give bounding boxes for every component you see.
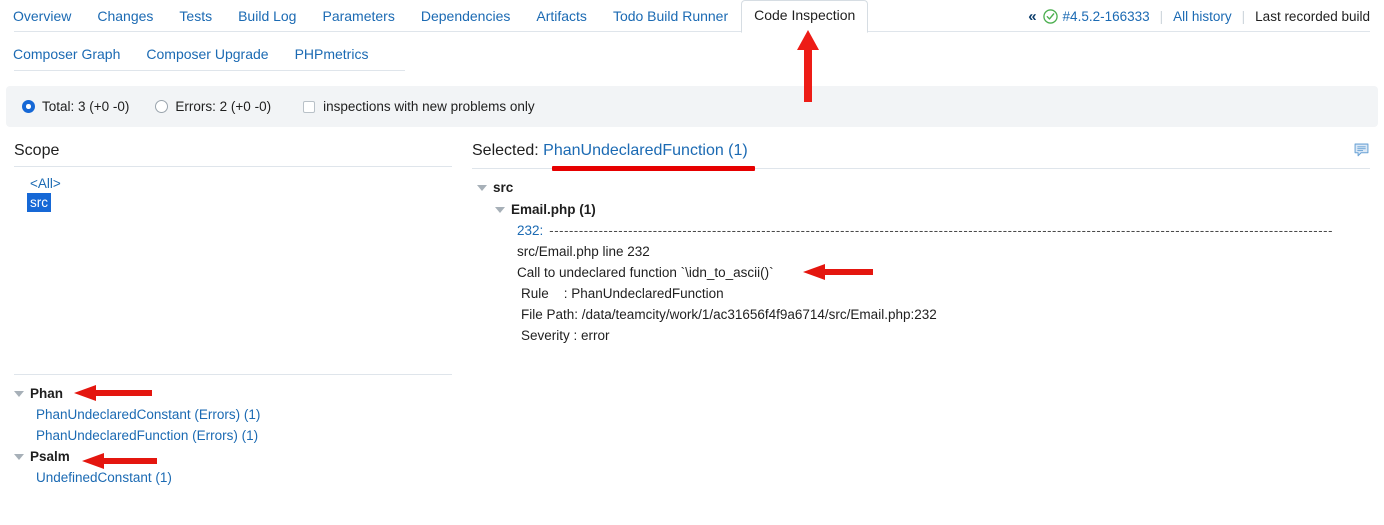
problem-line-row: 232: -----------------------------------… bbox=[517, 221, 1370, 241]
problem-location: src/Email.php line 232 bbox=[517, 244, 650, 259]
build-info-bar: « #4.5.2-166333 | All history | Last rec… bbox=[1028, 0, 1370, 32]
secondary-tab-row: Composer Graph Composer Upgrade PHPmetri… bbox=[0, 38, 381, 70]
primary-tab-row: Overview Changes Tests Build Log Paramet… bbox=[0, 0, 869, 33]
annotation-arrow-psalm-group bbox=[82, 453, 157, 469]
tab-parameters[interactable]: Parameters bbox=[309, 1, 407, 31]
scope-item-all[interactable]: <All> bbox=[27, 174, 64, 193]
rule-group-psalm[interactable]: Psalm bbox=[14, 446, 452, 467]
tab-changes[interactable]: Changes bbox=[84, 1, 166, 31]
radio-total-icon[interactable] bbox=[22, 100, 35, 113]
radio-errors-icon[interactable] bbox=[155, 100, 169, 113]
chevron-down-icon[interactable] bbox=[477, 185, 487, 191]
selected-prefix-label: Selected: bbox=[472, 142, 539, 159]
filter-bar: Total: 3 (+0 -0) Errors: 2 (+0 -0) inspe… bbox=[6, 86, 1378, 127]
tab-code-inspection[interactable]: Code Inspection bbox=[741, 0, 869, 33]
tab-row1-divider bbox=[14, 31, 1370, 32]
tree-node-email-php[interactable]: Email.php (1) bbox=[495, 199, 1370, 221]
all-history-link[interactable]: All history bbox=[1173, 9, 1232, 24]
tab-todo-build-runner[interactable]: Todo Build Runner bbox=[600, 1, 741, 31]
chevron-down-icon[interactable] bbox=[14, 390, 24, 397]
selected-inspection-name[interactable]: PhanUndeclaredFunction (1) bbox=[543, 142, 748, 159]
checkbox-new-problems-icon[interactable] bbox=[303, 100, 316, 113]
detail-panel-header: Selected: PhanUndeclaredFunction (1) bbox=[472, 142, 1370, 169]
rule-group-phan-label: Phan bbox=[30, 386, 64, 401]
filter-errors-label: Errors: 2 (+0 -0) bbox=[175, 99, 272, 114]
problem-severity: Severity : error bbox=[521, 328, 610, 343]
problem-line-number[interactable]: 232: bbox=[517, 221, 543, 241]
green-check-circle-icon bbox=[1042, 8, 1058, 24]
scope-heading: Scope bbox=[14, 142, 452, 167]
rule-item-phan-undeclared-function[interactable]: PhanUndeclaredFunction (Errors) (1) bbox=[36, 425, 452, 446]
filter-errors-radio-option[interactable]: Errors: 2 (+0 -0) bbox=[155, 99, 271, 114]
detail-panel: Selected: PhanUndeclaredFunction (1) src… bbox=[472, 142, 1370, 346]
filter-total-label: Total: 3 (+0 -0) bbox=[42, 99, 130, 114]
tab-build-log[interactable]: Build Log bbox=[225, 1, 309, 31]
tab-artifacts[interactable]: Artifacts bbox=[523, 1, 600, 31]
build-info-separator-2: | bbox=[1241, 8, 1246, 24]
filter-total-radio-option[interactable]: Total: 3 (+0 -0) bbox=[22, 99, 129, 114]
scope-row-src: src bbox=[14, 193, 452, 212]
rule-item-undefined-constant[interactable]: UndefinedConstant (1) bbox=[36, 467, 452, 488]
problem-rule: Rule : PhanUndeclaredFunction bbox=[521, 286, 724, 301]
filter-new-problems-checkbox-option[interactable]: inspections with new problems only bbox=[303, 99, 535, 114]
scope-panel: Scope <All> src bbox=[14, 142, 452, 212]
tab-composer-upgrade[interactable]: Composer Upgrade bbox=[133, 39, 281, 69]
inspection-result-tree: src Email.php (1) 232: -----------------… bbox=[472, 169, 1370, 346]
tree-node-email-php-label: Email.php (1) bbox=[511, 202, 596, 217]
tab-row2-divider bbox=[14, 70, 405, 71]
tab-overview[interactable]: Overview bbox=[0, 1, 84, 31]
tree-node-src[interactable]: src bbox=[477, 177, 1370, 199]
last-recorded-build-label: Last recorded build bbox=[1255, 8, 1370, 24]
problem-message: Call to undeclared function `\idn_to_asc… bbox=[517, 265, 774, 280]
problem-snippet-dashes: ----------------------------------------… bbox=[549, 223, 1334, 238]
collapse-chevron-icon[interactable]: « bbox=[1028, 8, 1036, 25]
scope-list: <All> src bbox=[14, 167, 452, 212]
chevron-down-icon[interactable] bbox=[14, 453, 24, 460]
tab-phpmetrics[interactable]: PHPmetrics bbox=[282, 39, 382, 69]
scope-row-all: <All> bbox=[14, 174, 452, 193]
build-info-separator-1: | bbox=[1159, 8, 1164, 24]
tab-tests[interactable]: Tests bbox=[166, 1, 225, 31]
annotation-underline-selected-inspection bbox=[552, 166, 755, 171]
tree-node-src-label: src bbox=[493, 180, 514, 195]
chevron-down-icon[interactable] bbox=[495, 207, 505, 213]
annotation-arrow-problem-message bbox=[803, 264, 873, 280]
scope-item-src[interactable]: src bbox=[27, 193, 51, 212]
filter-new-problems-label: inspections with new problems only bbox=[323, 99, 535, 114]
rule-group-psalm-label: Psalm bbox=[30, 449, 70, 464]
annotation-arrow-phan-group bbox=[74, 385, 152, 401]
problem-file-path: File Path: /data/teamcity/work/1/ac31656… bbox=[521, 307, 937, 322]
tab-composer-graph[interactable]: Composer Graph bbox=[0, 39, 133, 69]
comment-bubble-icon[interactable] bbox=[1353, 142, 1370, 162]
tab-bar: Overview Changes Tests Build Log Paramet… bbox=[0, 0, 1384, 72]
tab-dependencies[interactable]: Dependencies bbox=[408, 1, 524, 31]
annotation-arrow-code-inspection-tab bbox=[795, 30, 821, 102]
build-number-link[interactable]: #4.5.2-166333 bbox=[1063, 9, 1150, 24]
rule-item-phan-undeclared-constant[interactable]: PhanUndeclaredConstant (Errors) (1) bbox=[36, 404, 452, 425]
selected-title: Selected: PhanUndeclaredFunction (1) bbox=[472, 142, 748, 160]
